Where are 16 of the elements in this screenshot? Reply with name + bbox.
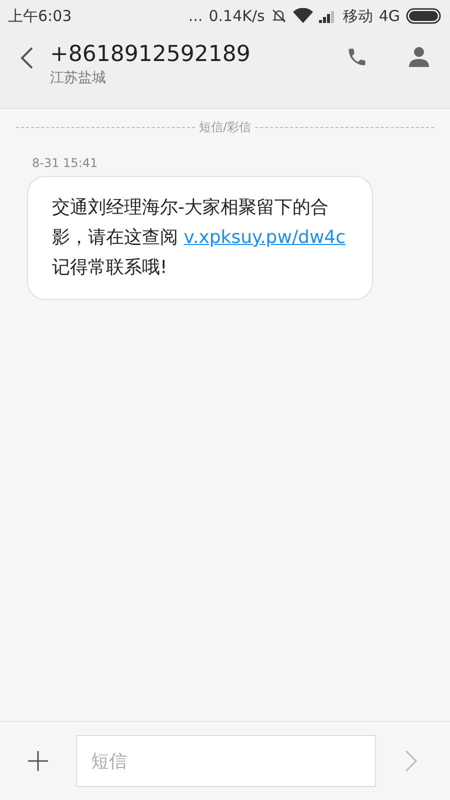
bell-muted-icon (270, 8, 287, 24)
message-input[interactable]: 短信 (76, 735, 376, 787)
message-time: 8-31 15:41 (32, 156, 99, 170)
message-bubble: 交通刘经理海尔-大家相聚留下的合影，请在这查阅 v.xpksuy.pw/dw4c 记得常联系哦! (27, 176, 373, 300)
carrier-name: 移动 (342, 6, 373, 26)
section-label: 短信/彩信 (198, 119, 252, 136)
network-speed: 0.14K/s (208, 7, 265, 25)
contact-location: 江苏盐城 (50, 69, 107, 87)
contact-number: +8618912592189 (50, 42, 252, 67)
signal-icon (318, 9, 337, 23)
network-type: 4G (378, 7, 400, 25)
wifi-icon (292, 8, 313, 24)
battery-icon (406, 8, 442, 24)
status-time: 上午6:03 (8, 6, 72, 26)
status-dots: ... (188, 7, 203, 25)
message-link[interactable]: v.xpksuy.pw/dw4c (184, 227, 346, 248)
